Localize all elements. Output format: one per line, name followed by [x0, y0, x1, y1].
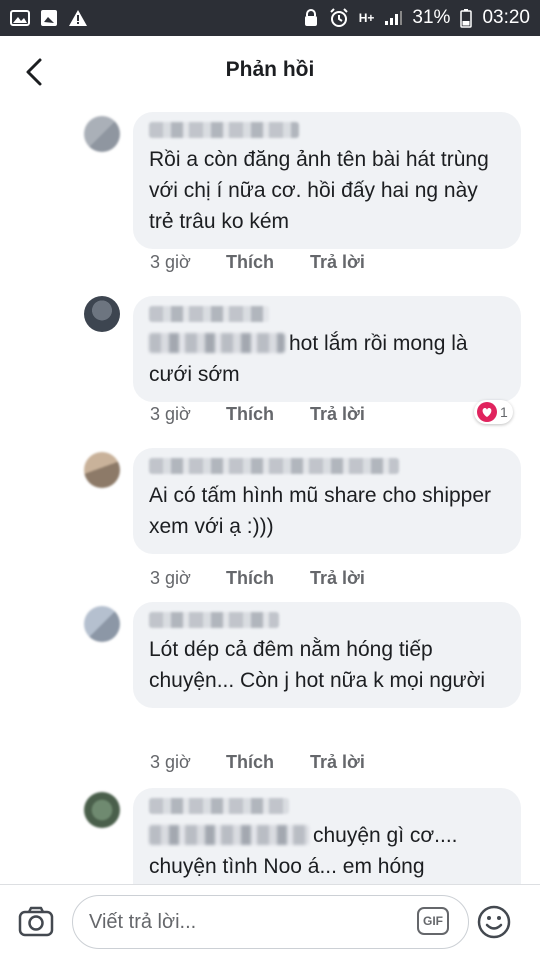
comment-text-line1: chuyện gì cơ.... — [313, 824, 458, 847]
clock: 03:20 — [482, 7, 530, 28]
author-name-redacted[interactable] — [149, 122, 299, 138]
image-icon — [40, 9, 58, 27]
header: Phản hồi — [0, 36, 540, 108]
comment-actions: 3 giờ Thích Trả lời — [150, 404, 365, 425]
mention-redacted[interactable] — [149, 825, 309, 845]
alarm-icon — [329, 8, 349, 28]
comment-bubble[interactable]: hot lắm rồi mong là cưới sớm — [133, 296, 521, 402]
lock-icon — [303, 9, 319, 27]
status-bar: H+ 31% 03:20 — [0, 0, 540, 36]
avatar[interactable] — [84, 792, 120, 828]
comment-actions: 3 giờ Thích Trả lời — [150, 568, 365, 589]
reaction-count: 1 — [500, 404, 508, 420]
emoji-button[interactable] — [477, 905, 511, 939]
author-name-redacted[interactable] — [149, 612, 279, 628]
like-button[interactable]: Thích — [226, 568, 310, 589]
reply-input-placeholder: Viết trả lời... — [89, 910, 197, 933]
gif-label: GIF — [423, 914, 443, 928]
comment-actions: 3 giờ Thích Trả lời — [150, 252, 365, 273]
page-title: Phản hồi — [225, 58, 315, 81]
author-name-redacted[interactable] — [149, 458, 399, 474]
like-button[interactable]: Thích — [226, 404, 310, 425]
battery-percent: 31% — [412, 7, 451, 28]
warning-icon — [68, 9, 88, 27]
network-type: H+ — [358, 11, 375, 25]
author-name-redacted[interactable] — [149, 306, 269, 322]
reply-button[interactable]: Trả lời — [310, 252, 365, 273]
like-button[interactable]: Thích — [226, 752, 310, 773]
author-name-redacted[interactable] — [149, 798, 289, 814]
comment-list[interactable]: Rồi a còn đăng ảnh tên bài hát trùng với… — [0, 108, 540, 884]
reply-button[interactable]: Trả lời — [310, 568, 365, 589]
like-button[interactable]: Thích — [226, 252, 310, 273]
comment-time: 3 giờ — [150, 252, 191, 272]
comment-text: hot lắm rồi mong là cưới sớm — [149, 328, 505, 390]
reply-button[interactable]: Trả lời — [310, 752, 365, 773]
heart-icon — [477, 402, 497, 422]
reply-composer: Viết trả lời... GIF — [0, 884, 540, 960]
smiley-icon — [477, 905, 511, 939]
battery-icon — [460, 8, 473, 28]
reaction-badge[interactable]: 1 — [474, 400, 513, 424]
camera-button[interactable] — [18, 905, 54, 937]
comment-text: Lót dép cả đêm nằm hóng tiếp chuyện... C… — [149, 638, 486, 692]
camera-icon — [18, 906, 54, 937]
reply-input[interactable]: Viết trả lời... — [72, 895, 469, 949]
mention-redacted[interactable] — [149, 333, 285, 353]
comment-bubble[interactable]: chuyện gì cơ.... chuyện tình Noo á... em… — [133, 788, 521, 884]
avatar[interactable] — [84, 606, 120, 642]
comment-actions: 3 giờ Thích Trả lời — [150, 752, 365, 773]
comment-text: Ai có tấm hình mũ share cho shipper xem … — [149, 484, 492, 538]
comment-bubble[interactable]: Rồi a còn đăng ảnh tên bài hát trùng với… — [133, 112, 521, 249]
comment-text: Rồi a còn đăng ảnh tên bài hát trùng với… — [149, 148, 489, 233]
comment-text: chuyện gì cơ.... chuyện tình Noo á... em… — [149, 820, 505, 882]
gif-button[interactable]: GIF — [417, 907, 449, 935]
avatar[interactable] — [84, 296, 120, 332]
comment-text-line2: chuyện tình Noo á... em hóng — [149, 855, 425, 878]
signal-icon — [384, 10, 403, 26]
avatar[interactable] — [84, 116, 120, 152]
reply-button[interactable]: Trả lời — [310, 404, 365, 425]
comment-time: 3 giờ — [150, 568, 191, 588]
comment-time: 3 giờ — [150, 752, 191, 772]
avatar[interactable] — [84, 452, 120, 488]
comment-bubble[interactable]: Ai có tấm hình mũ share cho shipper xem … — [133, 448, 521, 554]
comment-time: 3 giờ — [150, 404, 191, 424]
comment-bubble[interactable]: Lót dép cả đêm nằm hóng tiếp chuyện... C… — [133, 602, 521, 708]
gallery-icon — [10, 10, 30, 26]
